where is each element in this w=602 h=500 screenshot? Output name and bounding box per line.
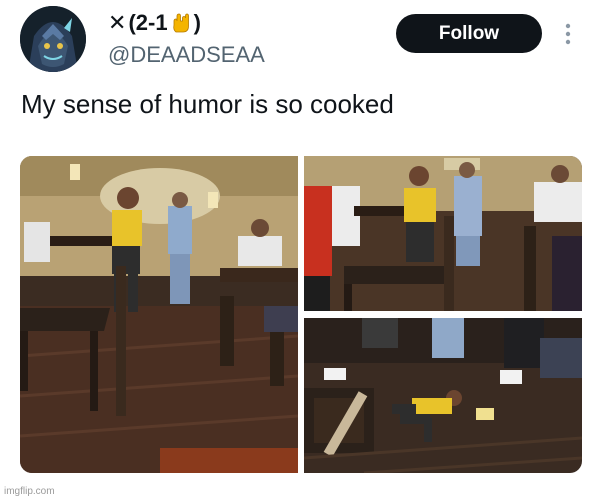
display-name-close: ): [193, 10, 201, 35]
restaurant-photo-image: [304, 156, 582, 311]
more-options-icon[interactable]: [562, 22, 574, 46]
restaurant-photo-image: [20, 156, 298, 473]
display-name[interactable]: ✕ (2-1 ): [108, 10, 201, 36]
follow-button[interactable]: Follow: [396, 14, 542, 53]
photo-bottom-right[interactable]: [304, 318, 582, 473]
user-handle[interactable]: @DEAADSEAA: [108, 42, 265, 68]
avatar-image: [20, 6, 86, 72]
rock-hand-emoji-icon: [170, 12, 192, 34]
watermark: imgflip.com: [4, 486, 55, 497]
photo-left[interactable]: [20, 156, 298, 473]
post-card: ✕ (2-1 ) @DEAADSEAA Follow My sense of h…: [0, 0, 602, 500]
avatar[interactable]: [20, 6, 86, 72]
media-grid: [20, 156, 582, 473]
photo-top-right[interactable]: [304, 156, 582, 311]
restaurant-photo-image: [304, 318, 582, 473]
x-glyph: ✕: [108, 10, 127, 35]
display-name-text: (2-1: [128, 10, 168, 35]
post-text: My sense of humor is so cooked: [21, 89, 394, 119]
